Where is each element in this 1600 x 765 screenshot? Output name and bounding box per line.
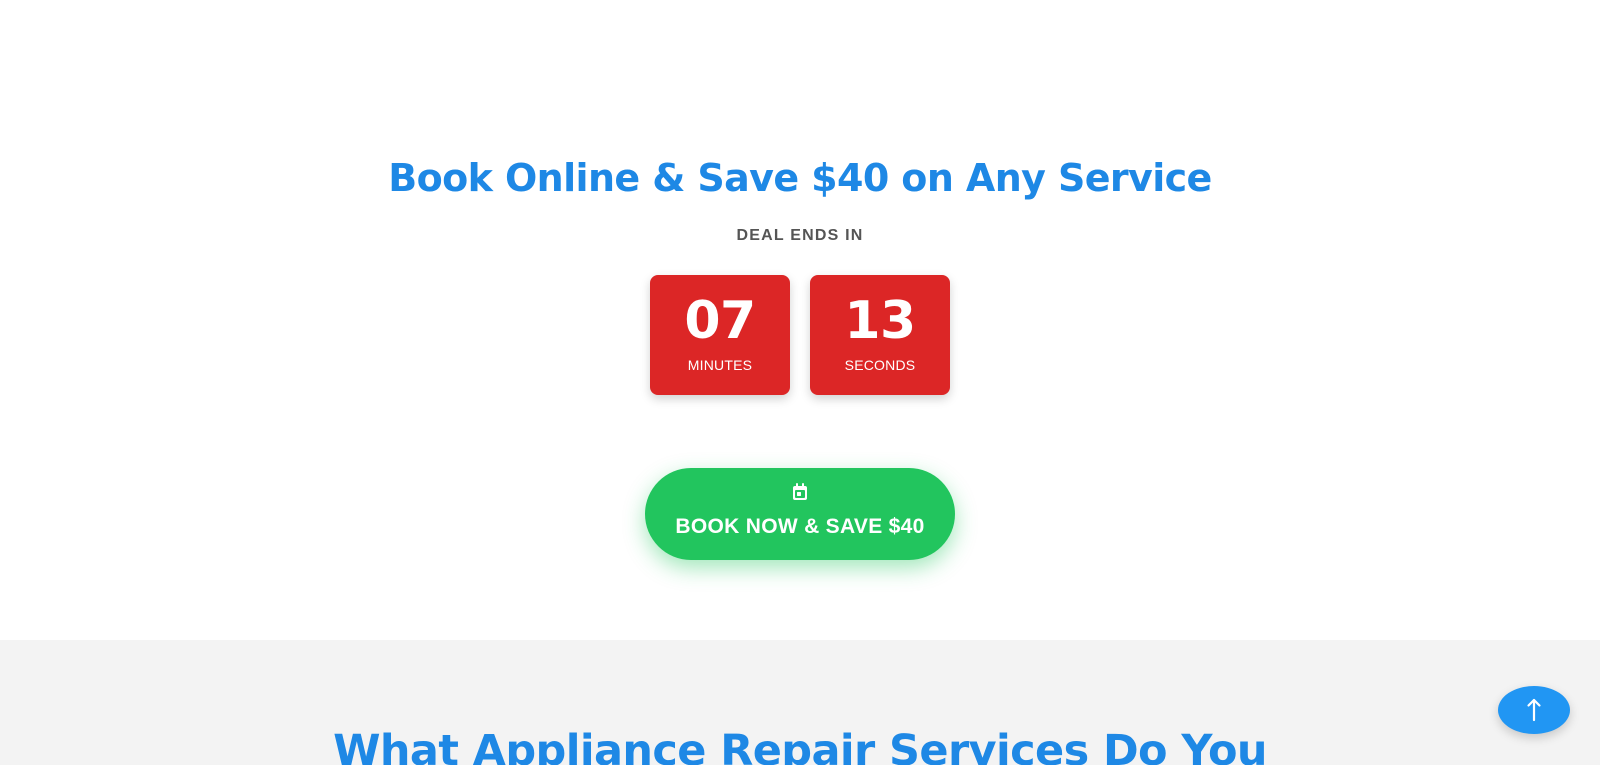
countdown-timer: 07 MINUTES 13 SECONDS [650,275,950,395]
book-now-button[interactable]: BOOK NOW & SAVE $40 [645,468,955,560]
countdown-minutes-box: 07 MINUTES [650,275,790,395]
services-section: What Appliance Repair Services Do You [0,640,1600,765]
deal-ends-label: DEAL ENDS IN [736,227,864,244]
back-to-top-button[interactable] [1498,686,1570,734]
promo-section: Book Online & Save $40 on Any Service DE… [0,0,1600,640]
promo-headline: Book Online & Save $40 on Any Service [388,156,1212,200]
countdown-minutes-value: 07 [684,291,756,351]
calendar-icon [792,483,808,501]
countdown-seconds-label: SECONDS [844,357,916,373]
services-title: What Appliance Repair Services Do You [333,726,1267,765]
countdown-seconds-box: 13 SECONDS [810,275,950,395]
arrow-up-icon [1524,697,1544,723]
countdown-minutes-label: MINUTES [687,357,753,373]
countdown-seconds-value: 13 [844,291,916,351]
book-now-label: BOOK NOW & SAVE $40 [675,515,925,538]
